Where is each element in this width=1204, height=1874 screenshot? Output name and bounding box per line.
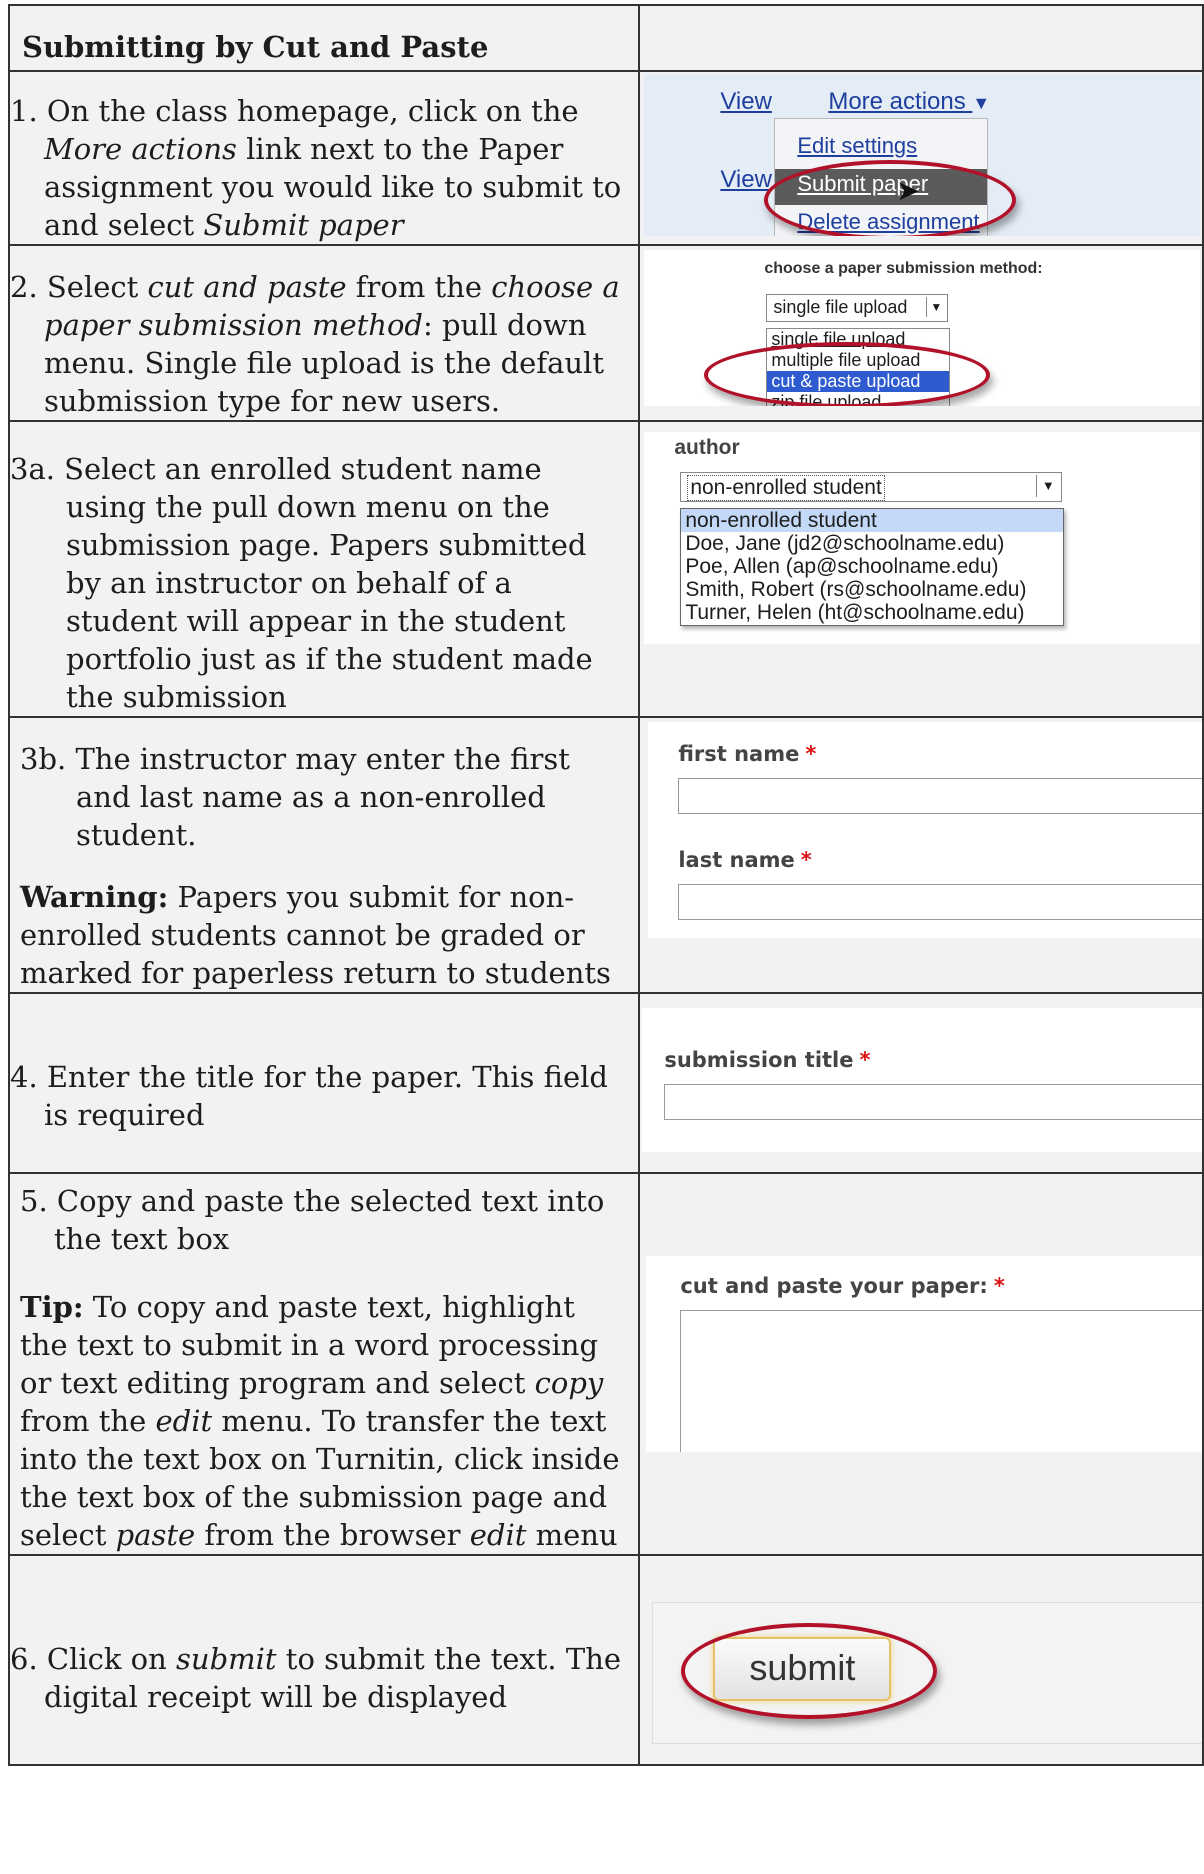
step-4-screenshot-cell: submission title * [638,992,1204,1174]
name-fields-screenshot: first name * last name * [648,722,1202,938]
more-actions-screenshot: View More actions ▼ View Edit settings S… [644,74,1201,236]
author-label: author [674,436,740,459]
step-3a-text: 3a. Select an enrolled student name usin… [10,452,593,714]
submission-title-field[interactable] [664,1084,1202,1120]
option-student[interactable]: Poe, Allen (ap@schoolname.edu) [681,555,1063,578]
dropdown-arrow-icon: ▼ [1036,475,1059,497]
method-select[interactable]: single file upload ▼ [766,294,949,322]
step-3a-screenshot-cell: author non-enrolled student ▼ non-enroll… [638,420,1204,718]
step-5-cell: 5. Copy and paste the selected text into… [7,1172,641,1556]
highlight-ring [704,342,991,406]
highlight-ring [764,160,1017,236]
author-screenshot: author non-enrolled student ▼ non-enroll… [644,432,1201,644]
view-link-1[interactable]: View [720,88,772,116]
method-selected-value: single file upload [773,297,908,317]
page-title: Submitting by Cut and Paste [22,30,489,64]
option-non-enrolled[interactable]: non-enrolled student [681,509,1064,532]
step-3b-screenshot-cell: first name * last name * [638,716,1204,994]
warning-text: Warning: Papers you submit for non-enrol… [20,880,611,990]
step-1-cell: 1. On the class homepage, click on the M… [7,70,641,246]
header-empty-cell [638,4,1204,72]
header-cell: Submitting by Cut and Paste [7,4,641,72]
paste-text-area[interactable] [680,1310,1202,1452]
first-name-field[interactable] [678,778,1202,814]
step-2-cell: 2. Select cut and paste from the choose … [7,244,641,422]
step-3a-cell: 3a. Select an enrolled student name usin… [7,420,641,718]
step-4-cell: 4. Enter the title for the paper. This f… [7,992,641,1174]
option-student[interactable]: Doe, Jane (jd2@schoolname.edu) [681,532,1063,555]
more-actions-link[interactable]: More actions ▼ [828,88,990,116]
step-5-instruction: 5. Copy and paste the selected text into… [20,1184,605,1256]
submission-method-screenshot: choose a paper submission method: single… [644,250,1201,406]
step-2-text: 2. Select cut and paste from the choose … [10,270,620,418]
author-selected-value: non-enrolled student [687,475,885,501]
step-1-text: 1. On the class homepage, click on the M… [10,94,622,242]
dropdown-arrow-icon: ▼ [926,297,945,317]
step-3b-text: 3b. The instructor may enter the first a… [11,719,637,991]
method-label: choose a paper submission method: [764,260,1043,277]
step-6-screenshot-cell: submit [638,1554,1204,1766]
step-3b-instruction: 3b. The instructor may enter the first a… [20,742,570,852]
step-3b-cell: 3b. The instructor may enter the first a… [7,716,641,994]
menu-item-edit-settings[interactable]: Edit settings [797,133,917,159]
step-6-cell: 6. Click on submit to submit the text. T… [7,1554,641,1766]
option-student[interactable]: Smith, Robert (rs@schoolname.edu) [681,578,1063,601]
submit-button-screenshot: submit [652,1602,1202,1744]
step-6-text: 6. Click on submit to submit the text. T… [10,1642,622,1714]
submission-title-screenshot: submission title * [642,1008,1202,1152]
tip-text: Tip: To copy and paste text, highlight t… [20,1290,620,1552]
author-options-list: non-enrolled student Doe, Jane (jd2@scho… [680,508,1065,626]
paste-box-screenshot: cut and paste your paper: * [646,1256,1202,1452]
last-name-label: last name * [678,848,812,872]
step-4-text: 4. Enter the title for the paper. This f… [10,1060,608,1132]
instructions-table: Submitting by Cut and Paste 1. On the cl… [7,4,1204,1766]
view-link-2[interactable]: View [720,166,772,194]
highlight-ring [681,1623,938,1719]
caret-down-icon: ▼ [972,93,991,113]
step-2-screenshot-cell: choose a paper submission method: single… [638,244,1204,422]
author-select[interactable]: non-enrolled student ▼ [680,472,1063,502]
submission-title-label: submission title * [664,1048,871,1072]
last-name-field[interactable] [678,884,1202,920]
step-1-screenshot-cell: View More actions ▼ View Edit settings S… [638,70,1204,246]
option-student[interactable]: Turner, Helen (ht@schoolname.edu) [681,601,1063,624]
paste-box-label: cut and paste your paper: * [680,1274,1005,1298]
step-5-screenshot-cell: cut and paste your paper: * [638,1172,1204,1556]
step-5-text: 5. Copy and paste the selected text into… [11,1175,637,1553]
first-name-label: first name * [678,742,817,766]
